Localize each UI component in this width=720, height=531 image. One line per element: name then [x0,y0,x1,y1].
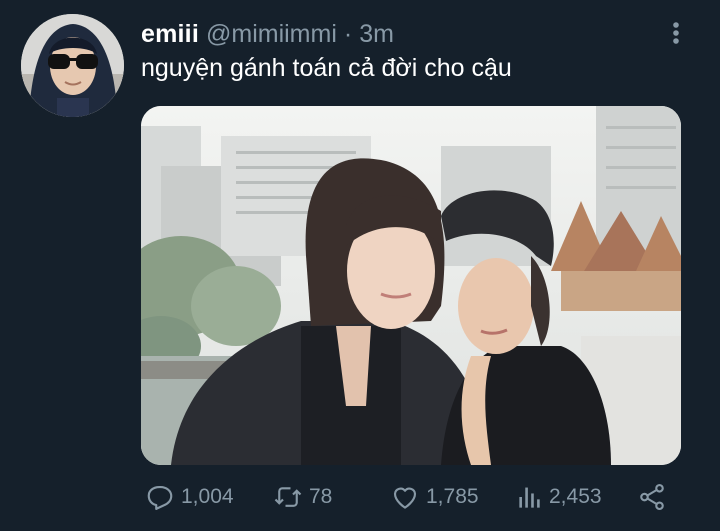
like-button[interactable]: 1,785 [390,476,479,518]
reply-button[interactable]: 1,004 [145,476,234,518]
tweet-header: emiii @mimiimmi · 3m [141,17,394,51]
reply-icon [147,485,173,510]
tweet-photo[interactable] [141,106,681,465]
author-avatar[interactable] [21,14,124,117]
like-count: 1,785 [426,485,479,508]
views-count: 2,453 [549,485,602,508]
separator-dot: · [343,20,353,48]
avatar-image [21,14,124,117]
share-button[interactable] [637,476,667,518]
views-icon [519,487,540,508]
tweet-actions: 1,004 78 1,785 2,453 [141,476,681,518]
author-name[interactable]: emiii [141,17,199,51]
retweet-icon [274,487,302,507]
more-icon [673,22,679,44]
reply-count: 1,004 [181,485,234,508]
tweet-text: nguyện gánh toán cả đời cho cậu [141,54,512,82]
more-options-button[interactable] [664,18,688,48]
share-icon [640,483,664,511]
like-icon [393,487,417,509]
retweet-button[interactable]: 78 [273,476,332,518]
views-button[interactable]: 2,453 [517,476,602,518]
tweet-timestamp[interactable]: 3m [359,17,394,51]
retweet-count: 78 [309,485,333,508]
author-handle[interactable]: @mimiimmi [206,17,337,51]
photo-image [141,106,681,465]
